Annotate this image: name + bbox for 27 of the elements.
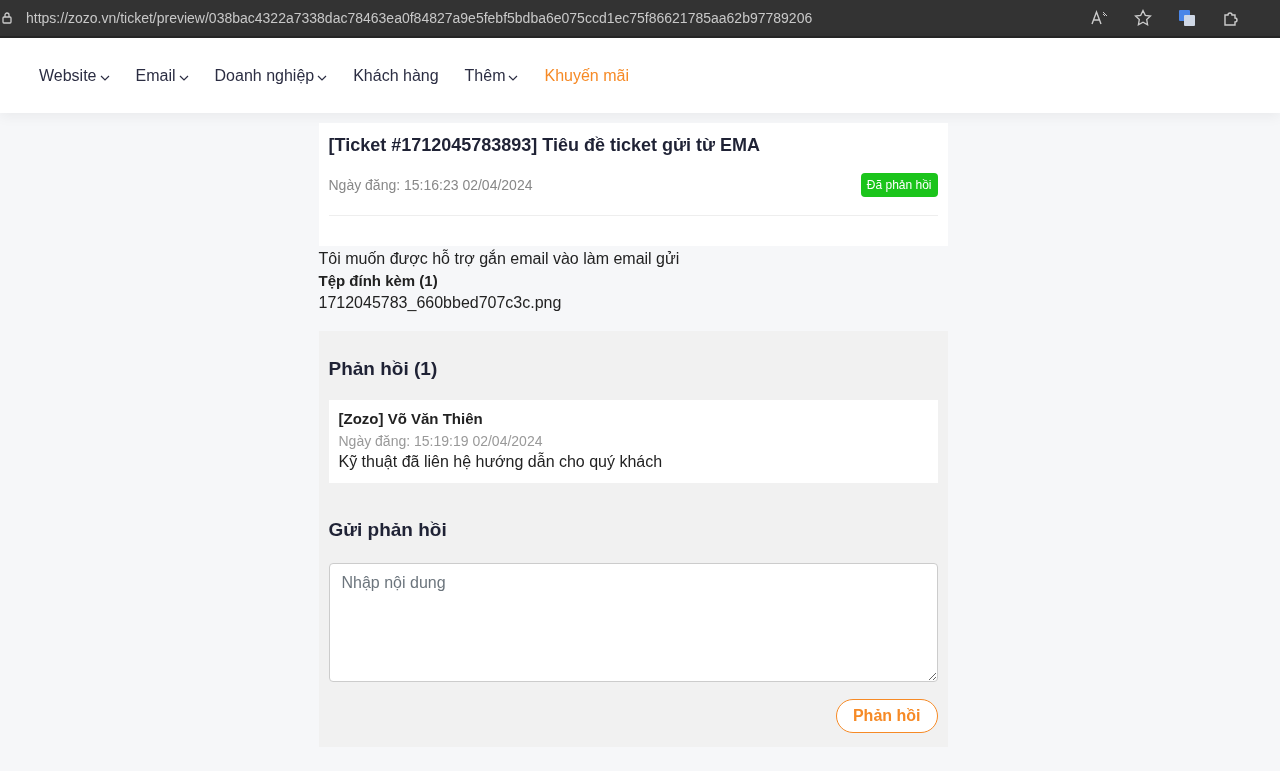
attachments-label: Tệp đính kèm (1) xyxy=(318,271,439,291)
reply-text: Kỹ thuật đã liên hệ hướng dẫn cho quý khách xyxy=(338,453,664,471)
nav-link[interactable]: Khách hàng xyxy=(353,66,439,85)
caret-icon xyxy=(178,74,189,81)
caret-icon xyxy=(317,74,328,81)
read-aloud-icon[interactable] xyxy=(1090,10,1108,26)
address-bar[interactable]: https://zozo.vn/ticket/preview/038bac4322a7338dac78463ea0f84827a9e5febf5bdba6e075ccd1ec75f86621785aa62b97789206 xyxy=(26,10,1090,26)
nav-link[interactable]: Thêm xyxy=(464,66,519,85)
translate-icon[interactable] xyxy=(1178,9,1196,27)
reply-input-field[interactable]: Nhập nội dung xyxy=(328,563,938,682)
caret-icon xyxy=(508,74,519,81)
extensions-icon[interactable] xyxy=(1222,9,1240,27)
star-icon[interactable] xyxy=(1134,9,1152,27)
caret-icon xyxy=(99,74,110,81)
reply-date: Ngày đăng: 15:19:19 02/04/2024 xyxy=(338,433,544,449)
nav-link[interactable]: Website xyxy=(39,66,110,85)
nav-link[interactable]: Email xyxy=(135,66,189,85)
attachment-link[interactable]: 1712045783_660bbed707c3c.png xyxy=(318,292,948,314)
status-badge: Đã phản hồi xyxy=(860,173,938,197)
replies-heading: Phản hồi (1) xyxy=(328,358,439,380)
lock-icon xyxy=(2,12,12,24)
nav-link[interactable]: Doanh nghiệp xyxy=(214,66,328,85)
reply-author: [Zozo] Võ Văn Thiên xyxy=(338,410,484,427)
reply-form-heading: Gửi phản hồi xyxy=(328,519,448,541)
ticket-message: Tôi muốn được hỗ trợ gắn email vào làm email gửi xyxy=(318,248,681,269)
ticket-title: [Ticket #1712045783893] Tiêu đề ticket gửi từ EMA xyxy=(328,135,762,156)
post-date: Ngày đăng: 15:16:23 02/04/2024 xyxy=(328,177,533,193)
